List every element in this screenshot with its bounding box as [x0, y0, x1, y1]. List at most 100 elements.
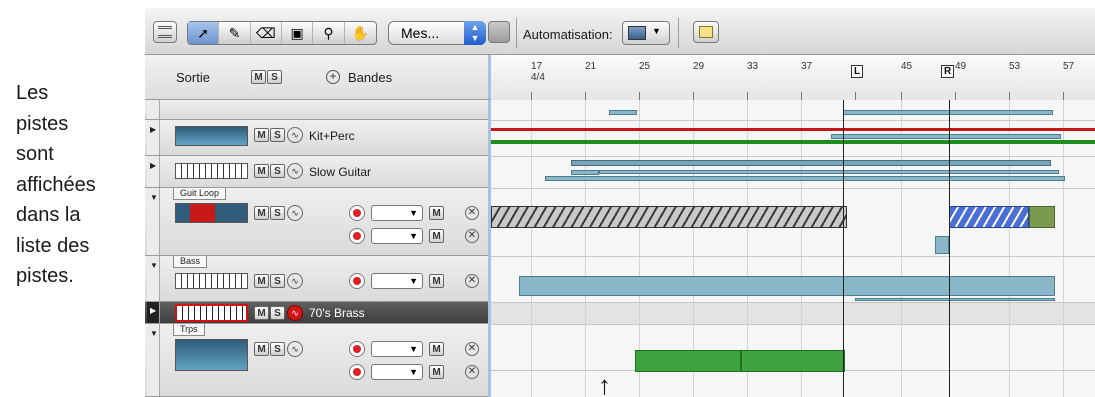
bar-number: 53: [1009, 61, 1021, 72]
disclosure-triangle-icon[interactable]: ▶: [147, 120, 160, 155]
midi-region[interactable]: [635, 350, 741, 372]
mute-button[interactable]: M: [254, 128, 269, 142]
pencil-tool-icon[interactable]: ✎: [219, 22, 251, 44]
mute-button[interactable]: M: [254, 206, 269, 220]
track-row-selected[interactable]: ▶ M S ∿ 70's Brass: [145, 302, 488, 324]
mute-button[interactable]: M: [254, 342, 269, 356]
mute-button[interactable]: M: [429, 274, 444, 288]
region[interactable]: [571, 170, 599, 175]
marker-button[interactable]: [693, 21, 719, 43]
lane-divider: [491, 120, 1095, 121]
track-row[interactable]: ▶ M S ∿ Slow Guitar: [145, 156, 488, 188]
track-row-folder[interactable]: ▼ Bass M S ∿ ▼ M ✕: [145, 256, 488, 302]
solo-button[interactable]: S: [270, 164, 285, 178]
disclosure-triangle-icon[interactable]: ▶: [147, 156, 160, 187]
track-row-folder[interactable]: ▼ Trps M S ∿ ▼ M ✕ ▼ M ✕: [145, 324, 488, 397]
region[interactable]: [843, 110, 1053, 115]
folder-tab: Guit Loop: [173, 188, 227, 200]
caption-line: pistes: [16, 112, 69, 135]
input-dropdown[interactable]: ▼: [371, 341, 423, 357]
hand-tool-icon[interactable]: ✋: [345, 22, 376, 44]
mute-button[interactable]: M: [429, 206, 444, 220]
waveform-icon[interactable]: ∿: [287, 341, 303, 357]
solo-button[interactable]: S: [270, 342, 285, 356]
mute-button[interactable]: M: [254, 164, 269, 178]
solo-button[interactable]: S: [270, 274, 285, 288]
zoom-tool-icon[interactable]: ⚲: [313, 22, 345, 44]
bar-number: 21: [585, 61, 597, 72]
mute-button[interactable]: M: [429, 365, 444, 379]
keyboard-thumbnail: [175, 304, 248, 322]
audio-region[interactable]: [1029, 206, 1055, 228]
region[interactable]: [545, 176, 1065, 181]
midi-region[interactable]: [855, 298, 1055, 301]
toolbar-divider: [678, 18, 679, 48]
lane-divider: [491, 324, 1095, 325]
disclosure-triangle-icon[interactable]: ▶: [147, 302, 160, 323]
solo-button[interactable]: S: [267, 70, 282, 84]
track-row[interactable]: ▶ M S ∿ Kit+Perc: [145, 120, 488, 156]
close-icon[interactable]: ✕: [465, 274, 479, 288]
ruler-tick: [693, 92, 694, 100]
automation-mode-dropdown[interactable]: ▼: [622, 21, 670, 45]
pointer-tool-icon[interactable]: ➚: [188, 22, 220, 44]
mute-button[interactable]: M: [251, 70, 266, 84]
marquee-tool-icon[interactable]: ▣: [282, 22, 314, 44]
record-button[interactable]: [349, 228, 365, 244]
close-icon[interactable]: ✕: [465, 365, 479, 379]
solo-button[interactable]: S: [270, 128, 285, 142]
record-button[interactable]: [349, 364, 365, 380]
audio-region[interactable]: [935, 236, 949, 254]
audio-region[interactable]: [491, 206, 847, 228]
region[interactable]: [831, 134, 1061, 139]
plus-icon[interactable]: +: [326, 70, 340, 84]
track-thumbnail: [175, 203, 248, 223]
region[interactable]: [609, 110, 637, 115]
eraser-tool-icon[interactable]: ⌫: [251, 22, 282, 44]
bar-ruler[interactable]: 17 4/4 21 25 29 33 37 L 45 R 49 53 57: [491, 55, 1095, 101]
track-disclosure: [147, 100, 160, 119]
close-icon[interactable]: ✕: [465, 229, 479, 243]
left-locator-flag[interactable]: L: [851, 65, 864, 78]
disclosure-triangle-icon[interactable]: ▼: [147, 324, 160, 396]
solo-button[interactable]: S: [270, 306, 285, 320]
right-locator-flag[interactable]: R: [941, 65, 955, 78]
audio-region[interactable]: [949, 206, 1029, 228]
record-button[interactable]: [349, 205, 365, 221]
input-dropdown[interactable]: ▼: [371, 273, 423, 289]
waveform-icon[interactable]: ∿: [287, 205, 303, 221]
mute-button[interactable]: M: [254, 274, 269, 288]
bar-number: 49: [955, 61, 967, 72]
region[interactable]: [571, 160, 1051, 166]
disclosure-triangle-icon[interactable]: ▼: [147, 188, 160, 255]
close-icon[interactable]: ✕: [465, 342, 479, 356]
left-locator-line[interactable]: [843, 100, 844, 397]
record-button[interactable]: [349, 341, 365, 357]
right-locator-line[interactable]: [949, 100, 950, 397]
close-icon[interactable]: ✕: [465, 206, 479, 220]
waveform-icon[interactable]: ∿: [287, 273, 303, 289]
track-name: Slow Guitar: [309, 165, 372, 179]
mute-button[interactable]: M: [429, 342, 444, 356]
automation-line: [491, 128, 1095, 131]
mute-button[interactable]: M: [254, 306, 269, 320]
waveform-icon[interactable]: ∿: [287, 305, 303, 321]
midi-region[interactable]: [741, 350, 845, 372]
solo-button[interactable]: S: [270, 206, 285, 220]
input-dropdown[interactable]: ▼: [371, 364, 423, 380]
snap-toggle-button[interactable]: [488, 21, 510, 43]
tracklist-toggle-button[interactable]: [153, 21, 177, 43]
waveform-icon[interactable]: ∿: [287, 163, 303, 179]
mute-button[interactable]: M: [429, 229, 444, 243]
arrange-area[interactable]: [491, 100, 1095, 397]
record-button[interactable]: [349, 273, 365, 289]
track-row-folder[interactable]: ▼ Guit Loop M S ∿ ▼ M ✕ ▼ M ✕: [145, 188, 488, 256]
midi-region[interactable]: [519, 276, 1055, 296]
snap-select[interactable]: Mes... ▲ ▼: [388, 21, 486, 45]
waveform-icon[interactable]: ∿: [287, 127, 303, 143]
disclosure-triangle-icon[interactable]: ▼: [147, 256, 160, 301]
input-dropdown[interactable]: ▼: [371, 228, 423, 244]
input-dropdown[interactable]: ▼: [371, 205, 423, 221]
tracklist-header: Sortie M S + Bandes: [145, 55, 491, 100]
region[interactable]: [599, 170, 1059, 174]
